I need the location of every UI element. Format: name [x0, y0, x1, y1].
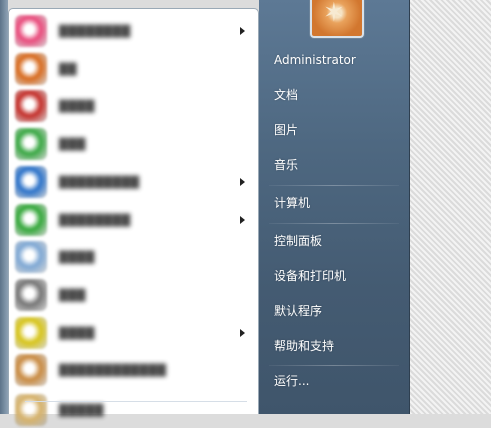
menu-frame-edge [0, 0, 8, 414]
starfish-icon: ✶ [323, 0, 345, 28]
place-music[interactable]: 音乐 [274, 157, 298, 173]
program-label: ███ [59, 288, 86, 302]
place-help-support[interactable]: 帮助和支持 [274, 338, 334, 354]
program-label: ████ [59, 250, 95, 264]
orange-app-icon [15, 53, 47, 85]
program-item[interactable]: ████████████ [13, 352, 255, 388]
blue-swirl-icon [15, 166, 47, 198]
program-label: ████ [59, 99, 95, 113]
green-circle-icon [15, 204, 47, 236]
place-computer[interactable]: 计算机 [274, 195, 310, 211]
place-default-programs[interactable]: 默认程序 [274, 303, 322, 319]
program-label: █████████ [59, 175, 140, 189]
program-label: ███ [59, 137, 86, 151]
user-picture[interactable]: ✶ [310, 0, 364, 38]
gear-icon [15, 279, 47, 311]
colorful-pinwheel-icon [15, 15, 47, 47]
yellow-green-icon [15, 317, 47, 349]
place-pictures[interactable]: 图片 [274, 122, 298, 138]
green-app-icon [15, 128, 47, 160]
program-label: ████████ [59, 24, 131, 38]
program-item[interactable]: ████████ [13, 13, 255, 49]
places-separator [269, 365, 399, 366]
submenu-arrow-icon [240, 216, 245, 224]
program-item[interactable]: ████ [13, 315, 255, 351]
program-label: ████████ [59, 213, 131, 227]
places-separator [269, 223, 399, 224]
submenu-arrow-icon [240, 329, 245, 337]
folder-icon [15, 394, 47, 426]
program-item[interactable]: ████████ [13, 202, 255, 238]
penguin-icon [15, 90, 47, 122]
programs-separator [25, 401, 247, 402]
program-item[interactable]: ███ [13, 126, 255, 162]
program-item[interactable]: █████ [13, 392, 255, 428]
program-item[interactable]: ███ [13, 277, 255, 313]
programs-panel: ████████ ██ ████ ███ █████████ ████████ ████ ██… [8, 8, 259, 426]
program-label: █████ [59, 403, 104, 417]
place-user[interactable]: Administrator [274, 52, 356, 68]
program-item[interactable]: █████████ [13, 164, 255, 200]
submenu-arrow-icon [240, 178, 245, 186]
program-item[interactable]: ████ [13, 88, 255, 124]
package-icon [15, 354, 47, 386]
program-item[interactable]: ██ [13, 51, 255, 87]
place-devices-printers[interactable]: 设备和打印机 [274, 268, 346, 284]
places-separator [269, 185, 399, 186]
program-label: ████████████ [59, 363, 167, 377]
place-run[interactable]: 运行... [274, 373, 309, 389]
program-label: ██ [59, 62, 77, 76]
place-control-panel[interactable]: 控制面板 [274, 233, 322, 249]
submenu-arrow-icon [240, 27, 245, 35]
places-panel: ✶ Administrator 文档 图片 音乐 计算机 控制面板 设备和打印机… [259, 0, 410, 414]
place-documents[interactable]: 文档 [274, 87, 298, 103]
document-icon [15, 241, 47, 273]
program-item[interactable]: ████ [13, 239, 255, 275]
desktop-background [410, 0, 491, 414]
program-label: ████ [59, 326, 95, 340]
